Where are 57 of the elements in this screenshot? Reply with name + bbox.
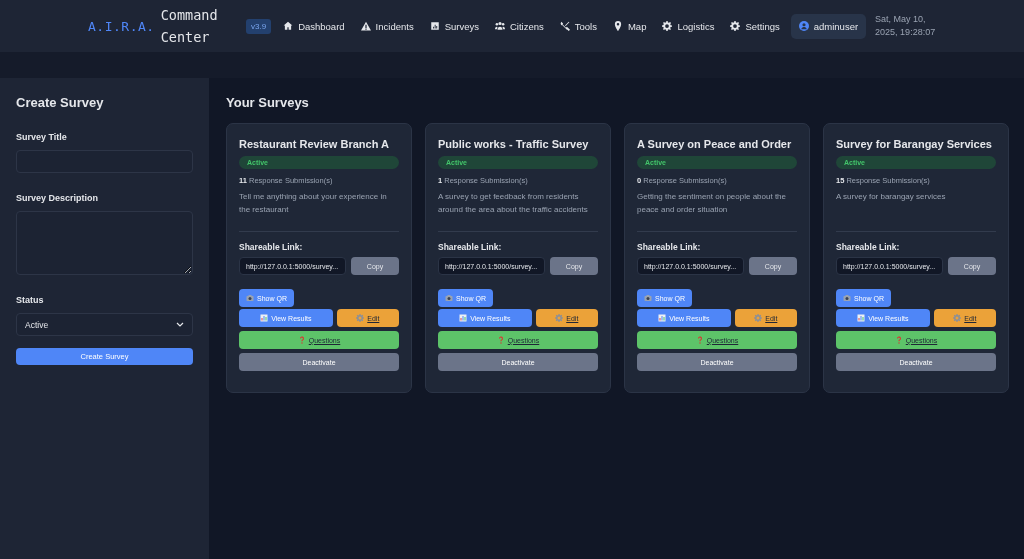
chevron-down-icon [176, 321, 184, 328]
camera-icon [246, 294, 254, 302]
nav-link[interactable]: Tools [551, 16, 605, 36]
field-label: Shareable Link: [239, 242, 304, 252]
tools-icon [559, 21, 570, 31]
survey-description: Tell me anything about your experience in the restaurant [239, 191, 399, 232]
question-mark-icon [297, 336, 306, 344]
panel-title: Create Survey [16, 95, 105, 110]
card-title: Public works - Traffic Survey [438, 138, 590, 150]
camera-icon [644, 294, 652, 302]
date-time: Sat, May 10, 2025, 19:28:07 [875, 13, 937, 39]
nav-link[interactable]: Citizens [486, 16, 552, 36]
gear-icon [754, 314, 763, 322]
user-avatar-icon [798, 21, 809, 31]
card-title: A Survey on Peace and Order [637, 138, 793, 150]
bar-chart-icon [260, 314, 269, 322]
nav-link[interactable]: Logistics [654, 16, 723, 36]
camera-icon [843, 294, 851, 302]
question-mark-icon [894, 336, 903, 344]
bar-chart-icon [459, 314, 468, 322]
field-label: Survey Description [16, 193, 100, 203]
survey-description: A survey for barangay services [836, 191, 996, 232]
card-title: Restaurant Review Branch A [239, 138, 390, 150]
field-label: Shareable Link: [637, 242, 702, 252]
question-mark-icon [496, 336, 505, 344]
bar-chart-icon [658, 314, 667, 322]
card-title: Survey for Barangay Services [836, 138, 993, 150]
app-title: Command Center [160, 6, 219, 47]
field-label: Shareable Link: [438, 242, 503, 252]
bar-chart-icon [857, 314, 866, 322]
nav-link[interactable]: Incidents [352, 16, 422, 36]
nav-link[interactable]: Surveys [421, 16, 487, 36]
camera-icon [445, 294, 453, 302]
survey-description: Getting the sentiment on people about the peace and order situation [637, 191, 797, 232]
gear-icon [555, 314, 564, 322]
gear-icon [356, 314, 365, 322]
warning-icon [360, 21, 371, 31]
house-icon [283, 21, 294, 31]
logo-mark: A.I.R.A. [88, 18, 155, 34]
gear-icon [662, 21, 673, 31]
map-pin-icon [612, 21, 623, 31]
survey-description: A survey to get feedback from residents around the area about the traffic accidents [438, 191, 598, 232]
field-label: Survey Title [16, 132, 68, 142]
users-icon [494, 21, 505, 31]
user-menu-button[interactable]: adminuser [790, 13, 867, 39]
select-dropdown[interactable]: Active [16, 313, 193, 336]
gear-icon [953, 314, 962, 322]
nav-link[interactable]: Map [604, 16, 655, 36]
version-badge: v3.9 [246, 18, 272, 34]
question-mark-icon [695, 336, 704, 344]
nav-link[interactable]: Settings [722, 16, 788, 36]
gear-icon [730, 21, 741, 31]
textarea-field[interactable] [16, 211, 193, 275]
field-label: Shareable Link: [836, 242, 901, 252]
nav-link[interactable]: Dashboard [275, 16, 353, 36]
section-heading: Your Surveys [226, 95, 310, 110]
field-label: Status [16, 295, 45, 305]
